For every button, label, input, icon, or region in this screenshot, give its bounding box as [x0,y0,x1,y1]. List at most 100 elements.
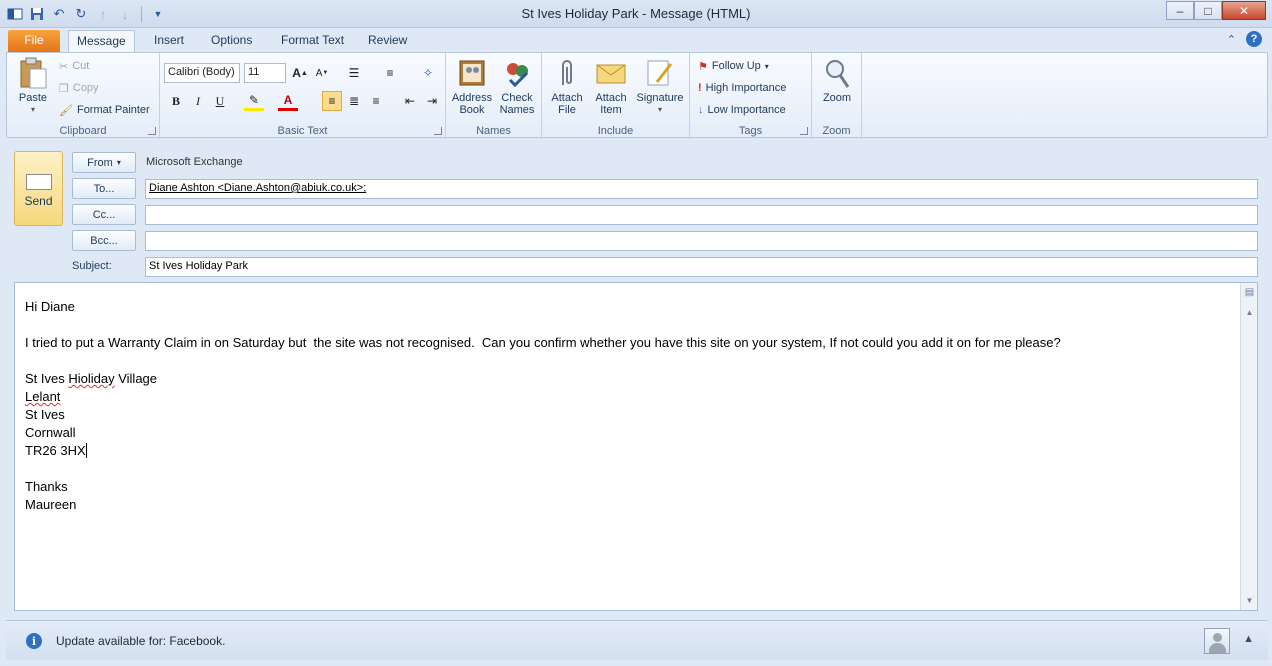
paste-icon [17,57,49,89]
bold-button[interactable]: B [166,91,186,111]
zoom-label: Zoom [822,92,852,104]
to-field[interactable]: Diane Ashton <Diane.Ashton@abiuk.co.uk>; [145,179,1258,199]
paste-button[interactable]: Paste ▾ [13,57,53,116]
help-icon[interactable]: ? [1246,31,1262,47]
numbering-icon[interactable]: ≡ [380,63,400,83]
signature-label: Signature [636,92,684,104]
misspelled-word: Hioliday [68,371,115,386]
align-right-button[interactable]: ≡ [366,91,386,111]
cc-button[interactable]: Cc... [72,204,136,225]
attach-file-label-1: Attach [551,92,583,104]
attach-item-button[interactable]: Attach Item [590,57,632,116]
expand-people-pane-icon[interactable]: ▲ [1243,633,1254,645]
zoom-button[interactable]: Zoom [816,57,858,104]
underline-button[interactable]: U [210,91,230,111]
attach-file-button[interactable]: Attach File [548,57,586,116]
cc-field[interactable] [145,205,1258,225]
info-icon: i [26,633,42,649]
bullets-icon[interactable]: ☰ [344,63,364,83]
scroll-down-icon[interactable]: ▼ [1242,593,1257,608]
minimize-ribbon-icon[interactable]: ⌃ [1227,33,1236,46]
group-include: Attach File Attach Item Signature ▾ Incl… [542,53,690,139]
shrink-font-button[interactable]: A ▼ [312,63,332,83]
ruler-toggle-icon[interactable]: ▤ [1242,285,1257,300]
attach-item-label-2: Item [600,104,622,116]
increase-indent-icon[interactable]: ⇥ [422,91,442,111]
font-name-value: Calibri (Body) [168,66,235,78]
down-arrow-icon: ↓ [698,104,704,116]
title-bar: ↶ ↻ ↑ ↓ ▼ St Ives Holiday Park - Message… [0,0,1272,28]
maximize-button[interactable]: □ [1194,1,1222,20]
magnifier-icon [821,57,853,89]
bcc-button[interactable]: Bcc... [72,230,136,251]
tags-dialog-launcher[interactable] [800,127,808,135]
check-names-label-1: Check [501,92,533,104]
message-body-editor[interactable]: Hi Diane I tried to put a Warranty Claim… [14,282,1258,611]
status-message[interactable]: Update available for: Facebook. [56,634,225,648]
body-address-line-5: TR26 3HX [25,442,1233,460]
subject-field[interactable]: St Ives Holiday Park [145,257,1258,277]
to-label: To... [93,182,115,195]
check-names-icon [501,57,533,89]
vertical-scrollbar[interactable]: ▤ ▲ ▼ [1240,283,1257,610]
cut-button[interactable]: ✂ Cut [59,57,89,75]
highlight-icon[interactable]: ✎ [244,91,264,111]
decrease-indent-icon[interactable]: ⇤ [400,91,420,111]
message-body-text[interactable]: Hi Diane I tried to put a Warranty Claim… [25,298,1233,514]
minimize-button[interactable]: – [1166,1,1194,20]
avatar[interactable] [1204,628,1230,654]
align-left-button[interactable]: ≡ [322,91,342,111]
signature-button[interactable]: Signature ▾ [634,57,686,116]
attach-file-label-2: File [558,104,576,116]
clipboard-dialog-launcher[interactable] [148,127,156,135]
tab-file[interactable]: File [8,30,60,52]
bcc-label: Bcc... [90,234,118,247]
from-value: Microsoft Exchange [146,156,243,168]
styles-icon[interactable]: ✧ [418,63,438,83]
grow-font-button[interactable]: A ▲ [290,63,310,83]
exclamation-icon: ! [698,82,702,94]
follow-up-button[interactable]: ⚑ Follow Up ▾ [698,57,769,75]
group-tags: ⚑ Follow Up ▾ ! High Importance ↓ Low Im… [690,53,812,139]
tab-options[interactable]: Options [203,30,260,52]
scroll-up-icon[interactable]: ▲ [1242,305,1257,320]
font-color-icon[interactable]: A [278,91,298,111]
window-title: St Ives Holiday Park - Message (HTML) [521,6,751,21]
from-button[interactable]: From ▾ [72,152,136,173]
basic-text-dialog-launcher[interactable] [434,127,442,135]
italic-button[interactable]: I [188,91,208,111]
group-basic-text: Calibri (Body) 11 A ▲ A ▼ ☰ ≡ ✧ B I U ✎ A … [160,53,446,139]
body-paragraph: I tried to put a Warranty Claim in on Sa… [25,335,1061,350]
bcc-field[interactable] [145,231,1258,251]
high-importance-button[interactable]: ! High Importance [698,79,786,97]
check-names-button[interactable]: Check Names [496,57,538,116]
group-zoom: Zoom Zoom [812,53,862,139]
copy-button[interactable]: ❐ Copy [59,79,99,97]
low-importance-button[interactable]: ↓ Low Importance [698,101,786,119]
chevron-down-icon: ▾ [116,158,121,167]
ribbon: Paste ▾ ✂ Cut ❐ Copy 🖌 Format Painter Cl… [6,52,1268,139]
high-importance-label: High Importance [705,82,787,94]
font-size-combo[interactable]: 11 [244,63,286,83]
font-name-combo[interactable]: Calibri (Body) [164,63,240,83]
tab-review[interactable]: Review [360,30,415,52]
basic-text-group-label: Basic Text [277,125,328,137]
cut-label: Cut [72,60,90,72]
format-painter-button[interactable]: 🖌 Format Painter [59,101,150,119]
close-button[interactable]: ✕ [1222,1,1266,20]
recipient-chip[interactable]: Diane Ashton <Diane.Ashton@abiuk.co.uk>; [149,182,366,194]
clipboard-group-label: Clipboard [59,125,107,137]
align-center-button[interactable]: ≣ [344,91,364,111]
address-book-button[interactable]: Address Book [450,57,494,116]
tab-format-text[interactable]: Format Text [273,30,352,52]
body-address-line-4: Cornwall [25,425,76,440]
tab-insert[interactable]: Insert [146,30,192,52]
body-blank-line [25,316,1233,334]
zoom-group-label: Zoom [822,125,851,137]
tab-message[interactable]: Message [68,30,135,52]
to-button[interactable]: To... [72,178,136,199]
address-book-label-2: Book [459,104,485,116]
paperclip-icon [551,57,583,89]
address-text: Village [114,371,158,386]
send-button[interactable]: Send [14,151,63,226]
